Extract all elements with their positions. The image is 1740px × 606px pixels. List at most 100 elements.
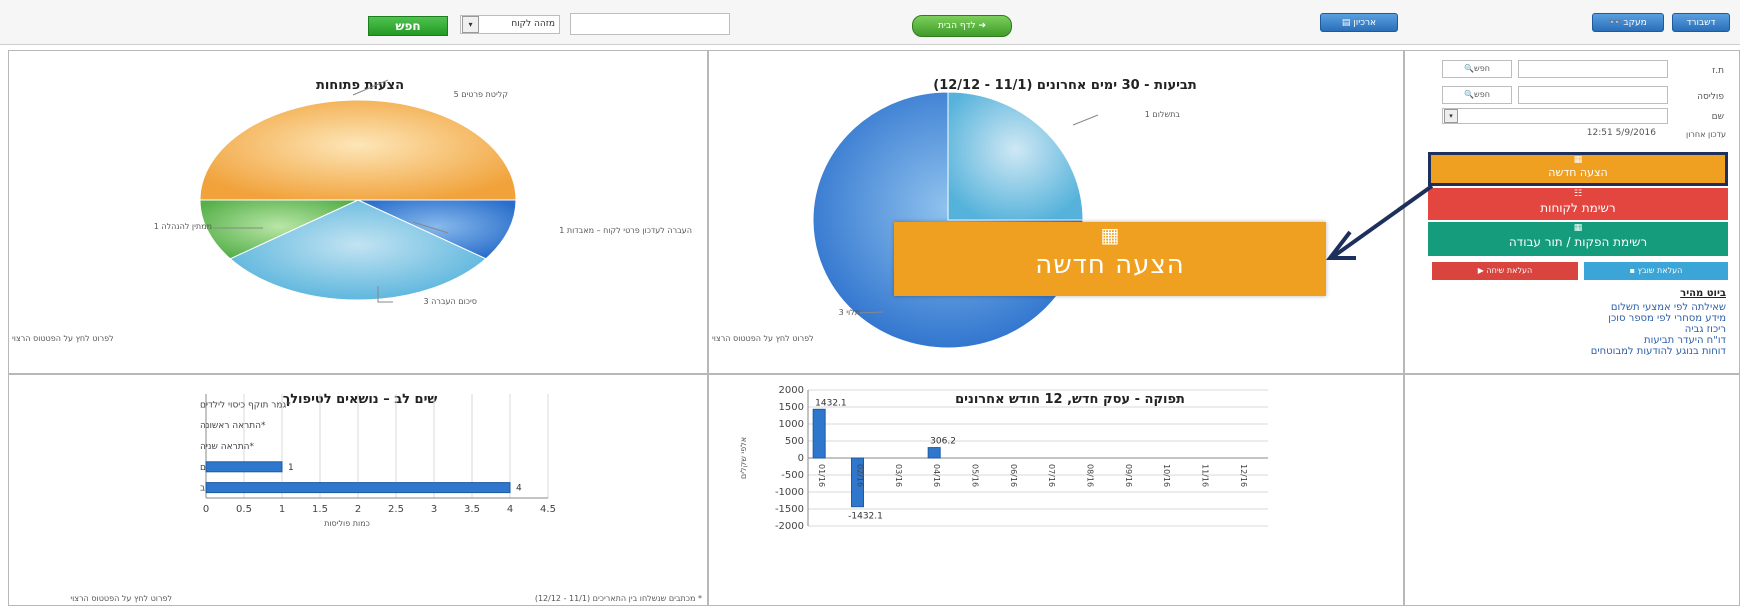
y-tick-label: -2000	[775, 521, 804, 532]
pie-label: העברה לעדכון פרטי לקוח – מאבדות 1	[559, 226, 692, 235]
leader-line	[352, 79, 389, 96]
x-tick-label: 0.5	[236, 504, 252, 515]
y-category-label: *גמר תוקף כיסוי לילדים	[200, 400, 291, 410]
archive-button-label: ארכיון	[1353, 18, 1377, 28]
customers-tile-label: רשימת לקוחות	[1540, 201, 1616, 215]
quick-link[interactable]: דו"ח היעדר תביעות	[1460, 335, 1726, 346]
customer-id-select-label: מזהה לקוח	[511, 19, 555, 29]
policy-search-label: חפש	[1474, 90, 1490, 99]
x-tick-label: 3.5	[464, 504, 480, 515]
x-tick-label: 12/16	[1239, 464, 1248, 487]
callout-arrow	[1325, 184, 1434, 260]
claims-footer: לפרוט לחץ על הפטטוס הרצוי	[712, 334, 814, 343]
x-tick-label: 3	[431, 504, 437, 515]
dashboard-button-label: דשבורד	[1686, 18, 1716, 28]
new-quote-tile[interactable]: ▦ הצעה חדשה	[1428, 152, 1728, 186]
home-page-button[interactable]: לדף הבית ➔	[912, 15, 1012, 37]
x-tick-label: 04/16	[932, 464, 941, 487]
y-tick-label: 1000	[779, 419, 804, 430]
arrow-right-icon: ➔	[978, 21, 987, 31]
quick-link[interactable]: שאילתה לפי אמצעי תשלום	[1460, 302, 1726, 313]
quick-link[interactable]: דוחות בנוגע להודעות למבוטחים	[1460, 346, 1726, 357]
dashboard-button[interactable]: דשבורד	[1672, 13, 1730, 32]
id-search-button[interactable]: 🔍חפש	[1442, 60, 1512, 78]
y-category-label: *התראה ראשונה	[200, 421, 266, 431]
bar-value-label: 1432.1	[815, 398, 846, 408]
upload-lead-button[interactable]: העלאת שובץ ▪	[1584, 262, 1728, 280]
archive-button[interactable]: ▤ ארכיון	[1320, 13, 1398, 32]
top-search-input[interactable]	[570, 13, 730, 35]
bar[interactable]	[205, 461, 283, 473]
id-label: ת.ז	[1712, 66, 1724, 76]
bar-value-label: 4	[516, 484, 522, 494]
search-button[interactable]: חפש	[368, 16, 448, 36]
y-category-label: *התראה שניה	[200, 442, 255, 452]
x-tick-label: 03/16	[894, 464, 903, 487]
archive-icon: ▤	[1341, 18, 1351, 28]
x-tick-label: 1.5	[312, 504, 328, 515]
quick-link[interactable]: ריכוז גביה	[1460, 324, 1726, 335]
chevron-down-icon[interactable]: ▾	[462, 16, 479, 33]
upload-call-button[interactable]: העלאת שיחה ▶	[1432, 262, 1578, 280]
last-update-label: עדכון אחרון	[1686, 130, 1726, 139]
new-quote-callout-label: הצעה חדשה	[1035, 250, 1185, 280]
x-tick-label: 07/16	[1047, 464, 1056, 487]
production-tile-label: רשימת הפקות / תור עבודה	[1508, 235, 1648, 249]
y-tick-label: 0	[798, 453, 804, 464]
new-quote-callout: ▦ הצעה חדשה	[894, 222, 1326, 296]
people-icon: ☷	[1573, 189, 1583, 199]
x-tick-label: 05/16	[971, 464, 980, 487]
arrow-line	[1332, 184, 1434, 258]
pie-label: תלוי 3	[838, 308, 860, 317]
pie-slice[interactable]	[199, 99, 517, 201]
home-page-label: לדף הבית	[937, 21, 976, 31]
bar[interactable]	[927, 447, 941, 459]
bar-value-label: 306.2	[930, 437, 956, 447]
x-axis-label: כמות פוליסות	[324, 519, 370, 528]
y-tick-label: -500	[781, 470, 804, 481]
x-tick-label: 4	[507, 504, 513, 515]
y-axis-label: אלפי שקלים	[739, 437, 748, 479]
x-tick-label: 01/16	[817, 464, 826, 487]
attention-footer-left: לפרוט לחץ על הפטטוס הרצוי	[70, 594, 172, 603]
customers-tile[interactable]: ☷ רשימת לקוחות	[1428, 188, 1728, 220]
search-button-label: חפש	[395, 19, 421, 33]
tracking-button[interactable]: 👓 מעקב	[1592, 13, 1664, 32]
id-search-label: חפש	[1474, 64, 1490, 73]
bar-value-label: -1432.1	[848, 512, 883, 522]
upload-lead-label: העלאת שובץ	[1637, 266, 1683, 275]
chevron-down-icon[interactable]: ▾	[1444, 109, 1458, 123]
attention-chart: 0 0.5 1 1.5 2 2.5 3 3.5 4 4.5 *גמר תוקף כיסוי לילד…	[200, 394, 556, 528]
pie-slice[interactable]	[947, 91, 1084, 221]
upload-call-label: העלאת שיחה	[1486, 266, 1533, 275]
bar[interactable]	[812, 408, 826, 459]
pie-label: סיכום העברה 3	[423, 297, 477, 306]
x-tick-label: 4.5	[540, 504, 556, 515]
policy-input[interactable]	[1518, 86, 1668, 104]
bar[interactable]	[205, 482, 511, 494]
open-quotes-footer: לפרוט לחץ על הפטטוס הרצוי	[12, 334, 114, 343]
policy-search-button[interactable]: 🔍חפש	[1442, 86, 1512, 104]
x-tick-label: 08/16	[1086, 464, 1095, 487]
name-label: שם	[1711, 112, 1724, 122]
quick-links-list: שאילתה לפי אמצעי תשלום מידע מסחרי לפי מס…	[1460, 302, 1726, 357]
pie-label: בתשלום 1	[1144, 110, 1180, 119]
id-input[interactable]	[1518, 60, 1668, 78]
x-tick-label: 1	[279, 504, 285, 515]
y-tick-label: -1000	[775, 487, 804, 498]
attention-footer-right: * מכתבים שנשלחו בין התאריכים (11/1 - 12/…	[534, 594, 702, 603]
name-select[interactable]	[1442, 108, 1668, 124]
x-tick-label: 09/16	[1124, 464, 1133, 487]
open-quotes-pie[interactable]	[199, 99, 517, 301]
x-tick-label: 10/16	[1162, 464, 1171, 487]
quick-link[interactable]: מידע מסחרי לפי מספר סוכן	[1460, 313, 1726, 324]
document-icon: ▪	[1629, 266, 1636, 275]
x-tick-label: 06/16	[1009, 464, 1018, 487]
tracking-button-label: מעקב	[1623, 18, 1647, 28]
play-icon: ▶	[1477, 266, 1484, 275]
open-quotes-chart	[199, 79, 517, 303]
production-tile[interactable]: ▦ רשימת הפקות / תור עבודה	[1428, 222, 1728, 256]
x-tick-label: 11/16	[1201, 464, 1210, 487]
x-tick-label: 2.5	[388, 504, 404, 515]
leader-line	[1072, 114, 1099, 126]
